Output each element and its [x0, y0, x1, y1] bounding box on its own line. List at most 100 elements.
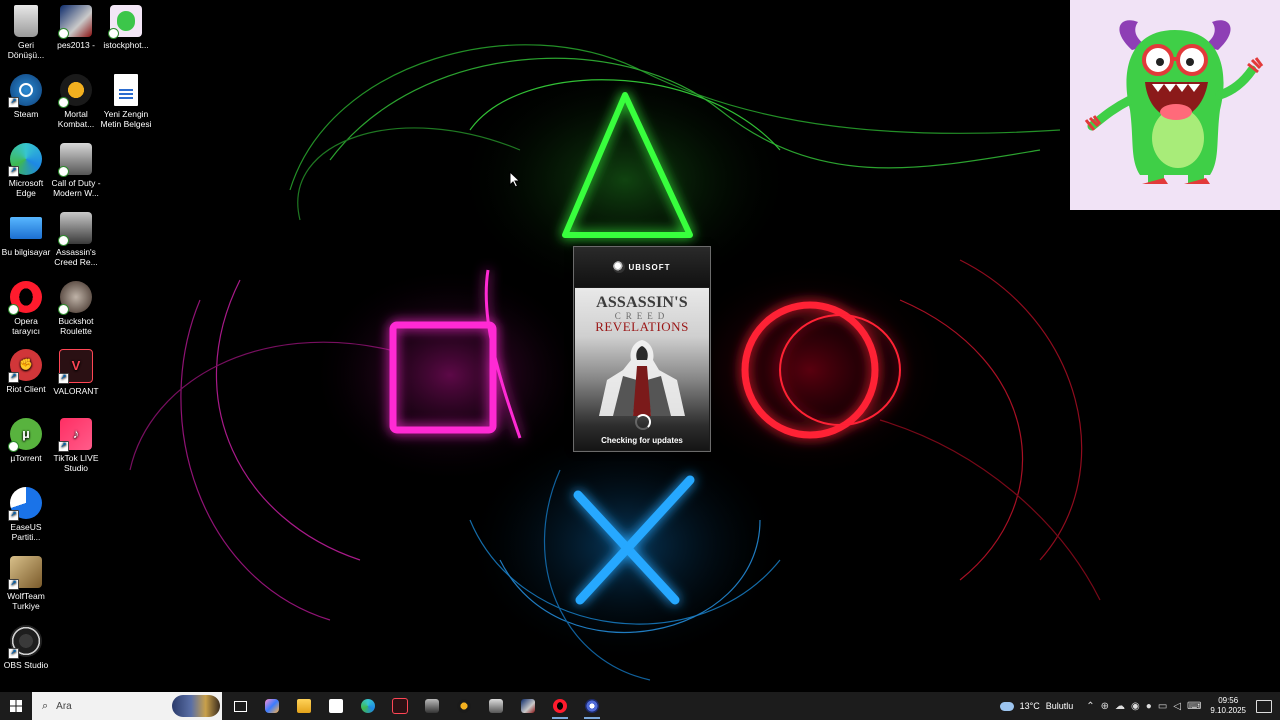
desktop-icon-label: Steam: [13, 109, 39, 119]
desktop-icon-istockphoto[interactable]: istockphot...: [100, 5, 152, 50]
ubisoft-brand-text: UBISOFT: [628, 262, 671, 272]
search-icon: ⌕: [42, 699, 49, 712]
valorant-icon: [392, 698, 408, 714]
system-tray: 13°C Bulutlu ⌃ ⊕ ☁ ◉ ● ▭ ◁ ⌨ 09:56 9.10.…: [999, 692, 1280, 720]
opera-icon: [8, 281, 42, 315]
riot-client-icon: ✊ ↗: [8, 349, 42, 383]
microphone-icon[interactable]: ●: [1146, 701, 1152, 712]
volume-icon[interactable]: ◁: [1173, 701, 1181, 712]
recycle-bin-icon: [14, 5, 38, 37]
taskbar-app-store[interactable]: [320, 692, 352, 720]
taskbar-clock[interactable]: 09:56 9.10.2025: [1210, 696, 1246, 716]
desktop-icon-label: pes2013 -: [57, 40, 95, 50]
cloud-icon: [999, 701, 1014, 711]
taskbar-app-opera[interactable]: [544, 692, 576, 720]
opera-icon: [553, 699, 567, 713]
desktop-icon-easeus[interactable]: ↗ EaseUS Partiti...: [0, 487, 52, 542]
taskbar-app-pes2013[interactable]: [512, 692, 544, 720]
desktop-icon-tiktok-live[interactable]: ♪ ↗ TikTok LIVE Studio: [50, 418, 102, 473]
desktop-icon-label: Microsoft Edge: [8, 178, 44, 198]
ubisoft-splash-window: UBISOFT ASSASSIN'S CREED REVELATIONS Che…: [573, 246, 711, 452]
taskbar-app-assassins-creed[interactable]: [416, 692, 448, 720]
taskbar-app-mortal-kombat[interactable]: [448, 692, 480, 720]
desktop-icon-label: Geri Dönüşü...: [7, 40, 45, 60]
desktop-icon-label: WolfTeam Turkiye: [7, 591, 45, 611]
ubisoft-connect-icon: [585, 699, 599, 713]
taskbar-app-copilot[interactable]: [256, 692, 288, 720]
splash-status-text: Checking for updates: [601, 436, 683, 445]
taskbar-app-file-explorer[interactable]: [288, 692, 320, 720]
assassin-figure-art: [599, 340, 685, 416]
utorrent-icon: µ: [8, 418, 42, 452]
call-of-duty-icon: [489, 699, 503, 713]
taskbar-search-box[interactable]: ⌕ Ara: [32, 692, 222, 720]
chevron-up-icon[interactable]: ⌃: [1086, 701, 1094, 712]
search-highlight-image: [172, 695, 220, 717]
desktop-icon-label: VALORANT: [53, 386, 99, 396]
desktop-icon-label: TikTok LIVE Studio: [53, 453, 99, 473]
desktop-icon-steam[interactable]: ↗ Steam: [0, 74, 52, 119]
desktop-icon-utorrent[interactable]: µ µTorrent: [0, 418, 52, 463]
clock-time: 09:56: [1218, 696, 1239, 705]
steam-tray-icon[interactable]: ◉: [1131, 701, 1140, 712]
desktop-icon-obs-studio[interactable]: ↗ OBS Studio: [0, 625, 52, 670]
taskbar-app-valorant[interactable]: [384, 692, 416, 720]
notification-center-icon[interactable]: [1256, 699, 1272, 713]
task-view-icon: [233, 700, 247, 712]
buckshot-roulette-icon: [58, 281, 92, 315]
desktop-icon-mortal-kombat[interactable]: Mortal Kombat...: [50, 74, 102, 129]
assassins-creed-icon: [58, 212, 92, 246]
keyboard-language-icon[interactable]: ⌨: [1187, 701, 1201, 712]
desktop-icon-rich-text-document[interactable]: Yeni Zengin Metin Belgesi: [100, 74, 152, 129]
desktop-icon-call-of-duty[interactable]: Call of Duty - Modern W...: [50, 143, 102, 198]
file-explorer-icon: [297, 699, 311, 713]
desktop-icon-edge[interactable]: ↗ Microsoft Edge: [0, 143, 52, 198]
start-button[interactable]: [0, 692, 32, 720]
taskbar-app-call-of-duty[interactable]: [480, 692, 512, 720]
task-view-button[interactable]: [224, 692, 256, 720]
edge-icon: ↗: [8, 143, 42, 177]
desktop-icon-this-pc[interactable]: Bu bilgisayar: [0, 212, 52, 257]
rich-text-document-icon: [114, 74, 138, 106]
istockphoto-image-icon: [108, 5, 142, 39]
desktop-icon-recycle-bin[interactable]: Geri Dönüşü...: [0, 5, 52, 60]
microsoft-store-icon: [329, 699, 343, 713]
desktop-icon-label: Yeni Zengin Metin Belgesi: [100, 109, 152, 129]
desktop-icon-label: Bu bilgisayar: [1, 247, 51, 257]
desktop-icon-label: Buckshot Roulette: [58, 316, 94, 336]
network-adapter-icon[interactable]: ⊕: [1101, 701, 1109, 712]
assassins-creed-icon: [425, 699, 439, 713]
game-title-line3: REVELATIONS: [595, 319, 689, 334]
desktop-icon-buckshot-roulette[interactable]: Buckshot Roulette: [50, 281, 102, 336]
green-monster-illustration: [1084, 20, 1264, 184]
mortal-kombat-icon: [457, 699, 471, 713]
search-placeholder: Ara: [56, 700, 72, 712]
pes2013-icon: [58, 5, 92, 39]
wifi-icon[interactable]: ▭: [1158, 701, 1167, 712]
desktop-icon-pes2013[interactable]: pes2013 -: [50, 5, 102, 50]
ubisoft-logo-icon: [613, 261, 626, 273]
mouse-cursor-icon: [509, 171, 521, 188]
wolfteam-icon: ↗: [8, 556, 42, 590]
desktop-icon-riot-client[interactable]: ✊ ↗ Riot Client: [0, 349, 52, 394]
desktop-icon-opera[interactable]: Opera tarayıcı: [0, 281, 52, 336]
valorant-icon: V ↗: [58, 349, 93, 384]
desktop-icon-label: EaseUS Partiti...: [10, 522, 42, 542]
desktop-icon-label: µTorrent: [10, 453, 42, 463]
desktop-icon-assassins-creed[interactable]: Assassin's Creed Re...: [50, 212, 102, 267]
easeus-icon: ↗: [8, 487, 42, 521]
tiktok-live-icon: ♪ ↗: [58, 418, 92, 452]
game-title-line1: ASSASSIN'S: [596, 294, 688, 311]
desktop-icon-valorant[interactable]: V ↗ VALORANT: [50, 349, 102, 396]
windows-logo-icon: [10, 700, 22, 712]
desktop-icon-label: Assassin's Creed Re...: [54, 247, 98, 267]
steam-icon: ↗: [8, 74, 42, 108]
taskbar-app-edge[interactable]: [352, 692, 384, 720]
loading-spinner-icon: [635, 414, 651, 430]
desktop-icon-wolfteam[interactable]: ↗ WolfTeam Turkiye: [0, 556, 52, 611]
weather-widget[interactable]: 13°C Bulutlu: [999, 701, 1073, 711]
cartoon-monster-overlay: [1070, 0, 1280, 210]
cloud-sync-icon[interactable]: ☁: [1115, 701, 1125, 712]
taskbar-app-ubisoft-connect[interactable]: [576, 692, 608, 720]
mortal-kombat-icon: [58, 74, 92, 108]
